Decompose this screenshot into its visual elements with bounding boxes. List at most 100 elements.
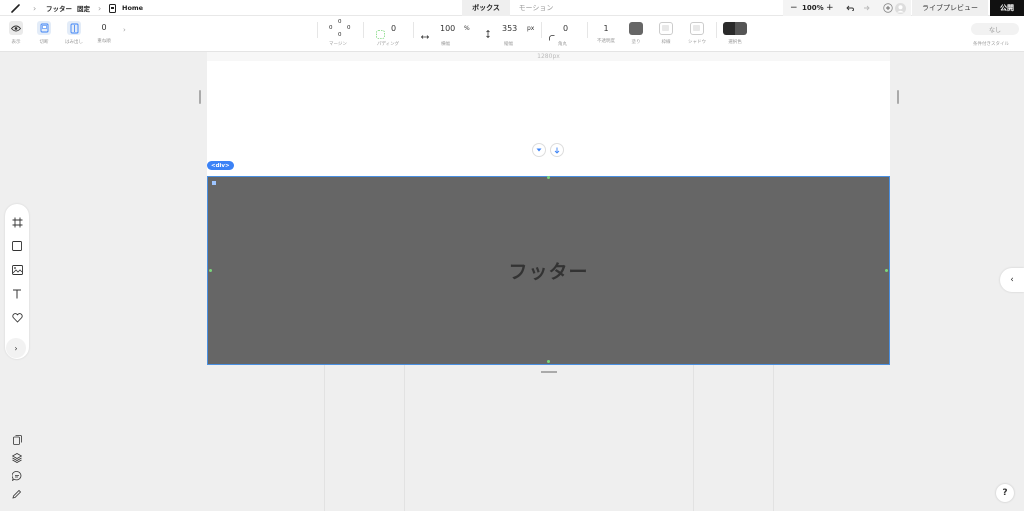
property-toolbar: 表示 切断 はみ出し 0 重ね順 › 0 0 0 0 マージン 0 パディング …	[0, 16, 1024, 52]
width-label: 横幅	[441, 42, 450, 47]
help-button[interactable]: ?	[996, 484, 1014, 502]
section-controls	[532, 143, 564, 157]
chevron-right-icon: ›	[98, 3, 102, 13]
canvas-resize-bar[interactable]	[541, 371, 557, 373]
height-label: 縦幅	[504, 42, 513, 47]
section-expand-button[interactable]	[532, 143, 546, 157]
breadcrumb-item[interactable]: フッター	[46, 0, 72, 16]
frame-icon[interactable]	[10, 215, 24, 229]
tool-palette	[5, 204, 29, 359]
element-tag[interactable]: <div>	[207, 161, 234, 170]
clip-icon[interactable]	[37, 21, 51, 35]
move-down-button[interactable]	[550, 143, 564, 157]
radius-icon	[549, 26, 556, 41]
box-icon[interactable]	[10, 239, 24, 253]
comment-icon[interactable]	[10, 469, 24, 483]
footer-text[interactable]: フッター	[508, 257, 588, 284]
image-icon[interactable]	[10, 263, 24, 277]
chevron-right-icon: ›	[33, 3, 37, 13]
shadow-control[interactable]: シャドウ	[686, 22, 708, 45]
page-icon	[109, 0, 118, 16]
breadcrumb-item[interactable]: Home	[122, 0, 143, 16]
select-color-swatch[interactable]	[723, 22, 747, 35]
select-color-label: 選択色	[728, 40, 742, 45]
resize-handle-right-mid[interactable]	[885, 269, 888, 272]
padding-value[interactable]: 0	[391, 24, 396, 33]
overflow-icon[interactable]	[67, 21, 81, 35]
edit-icon[interactable]	[10, 487, 24, 501]
grid-line	[324, 365, 325, 511]
resize-handle-left-mid[interactable]	[209, 269, 212, 272]
resize-handle-left[interactable]	[199, 90, 201, 104]
avatar[interactable]	[895, 0, 907, 16]
fill-swatch[interactable]	[629, 22, 643, 35]
radius-label: 角丸	[558, 42, 567, 47]
shadow-swatch[interactable]	[690, 22, 704, 35]
zoom-in-button[interactable]: +	[826, 0, 834, 16]
height-value[interactable]: 353	[502, 24, 517, 33]
pen-icon[interactable]	[10, 0, 22, 16]
selection-corner-marker	[212, 181, 216, 185]
border-control[interactable]: 枠線	[658, 22, 674, 45]
footer-section[interactable]: フッター	[207, 176, 890, 365]
redo-icon[interactable]	[862, 0, 871, 16]
page-canvas[interactable]: 1280px	[207, 52, 890, 176]
breadcrumb-item[interactable]: 固定	[77, 0, 90, 16]
opacity-label: 不透明度	[597, 39, 615, 44]
zoom-out-button[interactable]: −	[790, 0, 798, 16]
heart-icon[interactable]	[10, 311, 24, 325]
overlap-value[interactable]: 0	[101, 23, 106, 32]
overlap-control[interactable]: 0 重ね順	[95, 23, 113, 44]
margin-control[interactable]: 0 0 0 0	[326, 19, 354, 39]
expand-palette-button[interactable]: ›	[6, 338, 26, 358]
width-unit[interactable]: %	[464, 25, 470, 32]
width-value[interactable]: 100	[440, 24, 455, 33]
tab-motion[interactable]: モーション	[512, 0, 560, 16]
pages-icon[interactable]	[10, 433, 24, 447]
layers-icon[interactable]	[10, 451, 24, 465]
display-label: 表示	[11, 40, 21, 45]
canvas-width-label: 1280px	[207, 52, 890, 61]
grid-line	[773, 365, 774, 511]
eye-icon[interactable]	[9, 21, 23, 35]
conditional-style-label: 条件付きスタイル	[973, 42, 1009, 47]
resize-handle-right[interactable]	[897, 90, 899, 104]
opacity-control[interactable]: 1 不透明度	[594, 24, 618, 44]
overflow-control[interactable]: はみ出し	[62, 21, 86, 45]
margin-right-value[interactable]: 0	[347, 25, 351, 31]
fill-control[interactable]: 塗り	[628, 22, 644, 45]
resize-handle-bottom[interactable]	[547, 360, 550, 363]
conditional-style-select[interactable]: なし	[971, 23, 1019, 35]
add-user-icon[interactable]	[883, 0, 894, 16]
divider	[413, 22, 414, 38]
text-icon[interactable]	[10, 287, 24, 301]
margin-top-value[interactable]: 0	[338, 19, 342, 25]
right-panel-toggle[interactable]: ‹	[1000, 268, 1024, 292]
tab-box[interactable]: ボックス	[462, 0, 510, 16]
chevron-right-icon[interactable]: ›	[123, 26, 126, 34]
publish-button[interactable]: 公開	[990, 0, 1024, 16]
divider	[541, 22, 542, 38]
border-swatch[interactable]	[659, 22, 673, 35]
padding-icon[interactable]	[376, 24, 386, 39]
undo-icon[interactable]	[846, 0, 855, 16]
padding-label: パディング	[377, 42, 400, 47]
radius-value[interactable]: 0	[563, 24, 568, 33]
divider	[317, 22, 318, 38]
opacity-value[interactable]: 1	[603, 24, 608, 33]
resize-handle-top[interactable]	[547, 176, 550, 179]
shadow-label: シャドウ	[688, 40, 706, 45]
display-control[interactable]: 表示	[8, 21, 24, 45]
divider	[587, 22, 588, 38]
border-label: 枠線	[661, 40, 671, 45]
zoom-level[interactable]: 100%	[802, 0, 824, 16]
clip-label: 切断	[39, 40, 49, 45]
select-color-control[interactable]: 選択色	[722, 22, 748, 45]
margin-bottom-value[interactable]: 0	[338, 32, 342, 38]
clip-control[interactable]: 切断	[36, 21, 52, 45]
height-unit[interactable]: px	[527, 25, 534, 32]
margin-label: マージン	[329, 42, 347, 47]
grid-line	[693, 365, 694, 511]
margin-left-value[interactable]: 0	[329, 25, 333, 31]
live-preview-button[interactable]: ライブプレビュー	[912, 0, 988, 16]
